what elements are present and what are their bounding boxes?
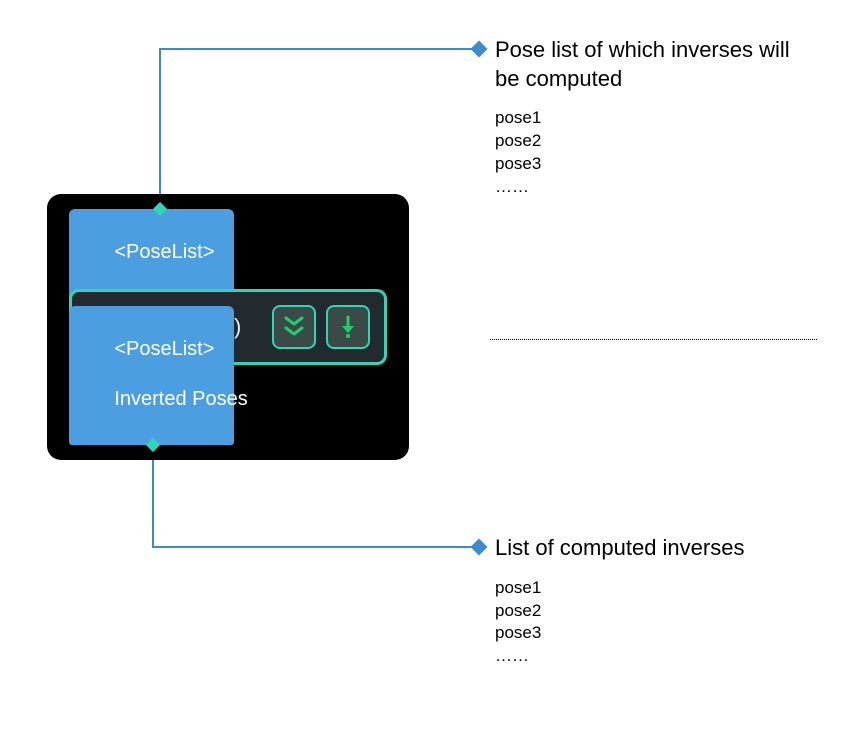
port-type-label: <PoseList> [114,241,214,263]
port-type-label: <PoseList> [114,338,214,360]
callout-input-description: Pose list of which inverses will be comp… [495,36,815,199]
callout-heading: List of computed inverses [495,534,815,563]
output-port-inverted-poses[interactable]: <PoseList> Inverted Poses [69,306,234,445]
callout-heading: Pose list of which inverses will be comp… [495,36,815,93]
callout-items: pose1 pose2 pose3 …… [495,107,815,199]
expand-all-icon[interactable] [272,305,316,349]
download-icon[interactable] [326,305,370,349]
callout-marker-icon [471,539,488,556]
separator-line [490,339,817,340]
invert-poses-node: <PoseList> Original Poses Invert Poses (… [47,194,409,460]
callout-marker-icon [471,41,488,58]
port-name-label: Inverted Poses [114,388,247,410]
callout-items: pose1 pose2 pose3 …… [495,577,815,669]
callout-output-description: List of computed inverses pose1 pose2 po… [495,534,815,668]
